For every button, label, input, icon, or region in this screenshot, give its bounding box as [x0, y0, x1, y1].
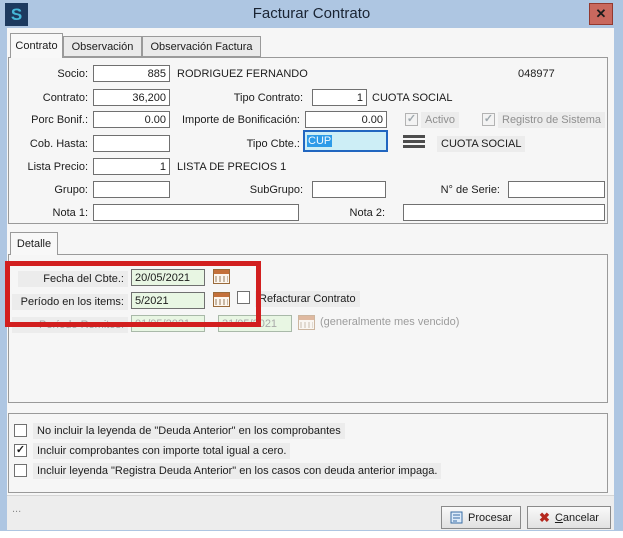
check-icon: ✓ [407, 113, 416, 125]
lista-precio-label: Lista Precio: [8, 159, 88, 175]
tipo-contrato-input[interactable] [312, 89, 367, 106]
subgrupo-label: SubGrupo: [200, 182, 303, 198]
socio-name: RODRIGUEZ FERNANDO [177, 66, 308, 82]
titlebar[interactable]: S Facturar Contrato ✕ [0, 0, 623, 28]
nota1-input[interactable] [93, 204, 299, 221]
serie-label: N° de Serie: [420, 182, 500, 198]
calendar-icon [298, 315, 315, 330]
close-icon: ✕ [596, 6, 607, 21]
periodo-remitos-from-input [131, 315, 205, 332]
option-no-incluir-leyenda-checkbox[interactable] [14, 424, 27, 437]
option-incluir-cero-checkbox[interactable]: ✓ [14, 444, 27, 457]
activo-label: Activo [421, 112, 459, 128]
socio-input[interactable] [93, 65, 170, 82]
fecha-cbte-input[interactable] [131, 269, 205, 286]
option-no-incluir-leyenda-label: No incluir la leyenda de "Deuda Anterior… [33, 423, 345, 439]
tab-contrato[interactable]: Contrato [10, 33, 63, 58]
calendar-icon[interactable] [213, 292, 230, 307]
tab-detalle[interactable]: Detalle [10, 232, 58, 255]
periodo-items-label: Período en los items: [12, 294, 128, 310]
importe-bonif-input[interactable] [305, 111, 387, 128]
contrato-input[interactable] [93, 89, 170, 106]
nota2-input[interactable] [403, 204, 605, 221]
tipo-contrato-label: Tipo Contrato: [200, 90, 303, 106]
status-text: ... [12, 503, 21, 515]
close-button[interactable]: ✕ [589, 3, 613, 25]
procesar-label: Procesar [468, 512, 512, 524]
option-incluir-leyenda-registra-label: Incluir leyenda "Registra Deuda Anterior… [33, 463, 441, 479]
periodo-remitos-label: Período Remitos: [12, 317, 128, 333]
nota1-label: Nota 1: [8, 205, 88, 221]
tab-observacion[interactable]: Observación [63, 36, 142, 57]
activo-checkbox: ✓ [405, 113, 418, 126]
lista-precio-desc: LISTA DE PRECIOS 1 [177, 159, 286, 175]
socio-label: Socio: [8, 66, 88, 82]
refacturar-checkbox[interactable] [237, 291, 250, 304]
dialog-title: Facturar Contrato [0, 5, 623, 22]
cob-hasta-input[interactable] [93, 135, 170, 152]
refacturar-label: Refacturar Contrato [255, 291, 360, 307]
tipo-cbte-desc: CUOTA SOCIAL [437, 136, 525, 152]
cancelar-button[interactable]: ✖ Cancelar [527, 506, 611, 529]
socio-code: 048977 [518, 66, 555, 82]
check-icon: ✓ [16, 444, 25, 456]
option-incluir-cero-label: Incluir comprobantes con importe total i… [33, 443, 290, 459]
tipo-cbte-input[interactable]: CUP [303, 130, 388, 152]
option-incluir-leyenda-registra-checkbox[interactable] [14, 464, 27, 477]
importe-bonif-label: Importe de Bonificación: [150, 112, 300, 128]
procesar-icon [450, 511, 463, 524]
lista-precio-input[interactable] [93, 158, 170, 175]
subgrupo-input[interactable] [312, 181, 386, 198]
menu-icon[interactable] [403, 135, 425, 148]
calendar-icon[interactable] [213, 269, 230, 284]
periodo-items-input[interactable] [131, 292, 205, 309]
porc-bonif-label: Porc Bonif.: [8, 112, 88, 128]
cancel-x-icon: ✖ [539, 511, 550, 524]
tipo-contrato-desc: CUOTA SOCIAL [372, 90, 452, 106]
registro-sistema-label: Registro de Sistema [498, 112, 605, 128]
periodo-remitos-hint: (generalmente mes vencido) [320, 316, 459, 328]
fecha-cbte-label: Fecha del Cbte.: [18, 271, 128, 287]
cancelar-label: Cancelar [555, 512, 599, 524]
footer-bar [7, 495, 614, 530]
grupo-label: Grupo: [8, 182, 88, 198]
periodo-remitos-to-input [218, 315, 292, 332]
serie-input[interactable] [508, 181, 605, 198]
registro-sistema-checkbox: ✓ [482, 113, 495, 126]
nota2-label: Nota 2: [330, 205, 385, 221]
check-icon: ✓ [484, 113, 493, 125]
procesar-button[interactable]: Procesar [441, 506, 521, 529]
cob-hasta-label: Cob. Hasta: [8, 136, 88, 152]
tipo-cbte-label: Tipo Cbte.: [200, 136, 300, 152]
facturar-contrato-dialog: S Facturar Contrato ✕ Contrato Observaci… [0, 0, 623, 531]
grupo-input[interactable] [93, 181, 170, 198]
selected-text: CUP [307, 135, 332, 147]
contrato-label: Contrato: [8, 90, 88, 106]
tab-observacion-factura[interactable]: Observación Factura [142, 36, 261, 57]
